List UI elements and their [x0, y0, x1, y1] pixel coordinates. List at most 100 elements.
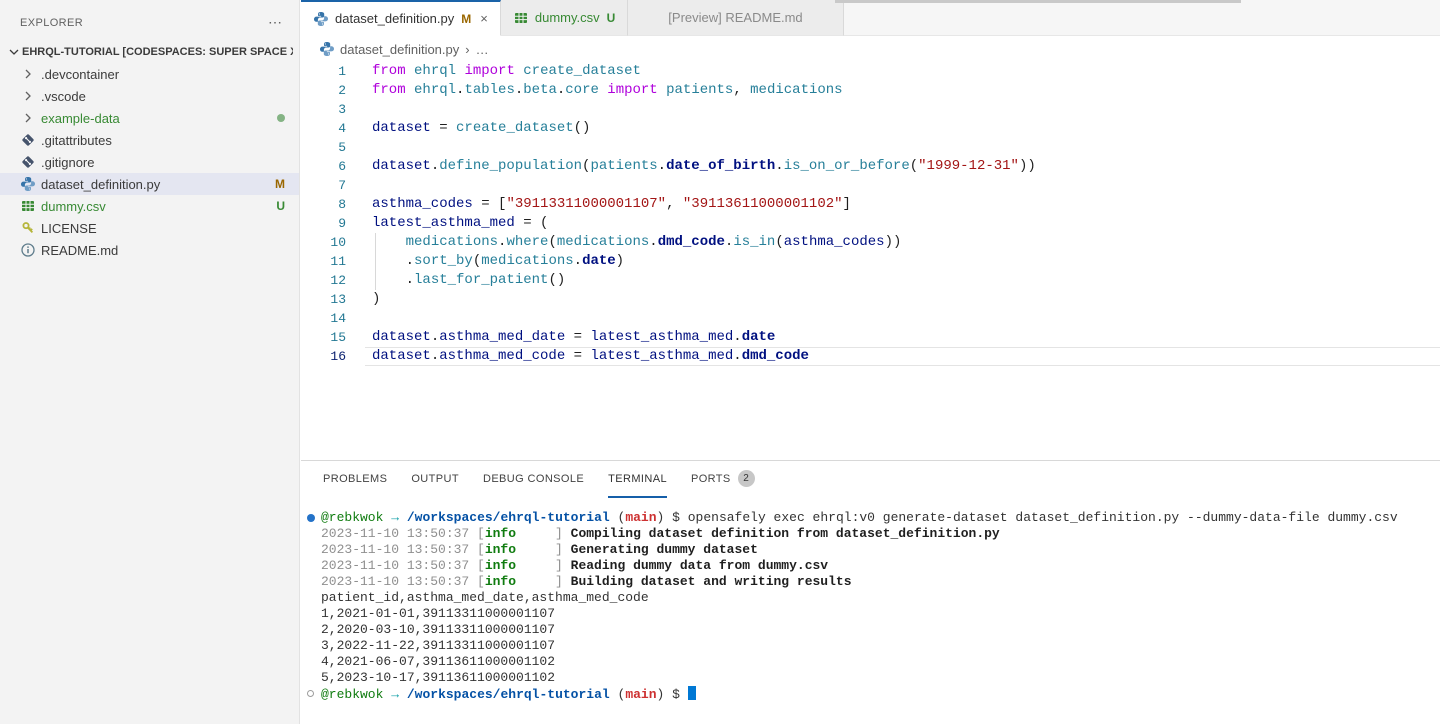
terminal-line: @rebkwok → /workspaces/ehrql-tutorial (m…	[321, 686, 1440, 702]
line-number: 14	[301, 309, 346, 328]
tab-label: dataset_definition.py	[335, 11, 454, 26]
editor-line[interactable]: 12 .last_for_patient()	[301, 271, 1440, 290]
tree-item-label: .gitattributes	[41, 133, 285, 148]
changes-dot-badge	[277, 114, 285, 122]
panel-tab-label: TERMINAL	[608, 473, 667, 485]
panel-tab-ports[interactable]: PORTS2	[691, 461, 755, 498]
explorer-title: EXPLORER	[20, 17, 83, 29]
editor-line[interactable]: 5	[301, 138, 1440, 157]
line-number: 10	[301, 233, 346, 252]
editor-line[interactable]: 9latest_asthma_med = (	[301, 214, 1440, 233]
editor-line[interactable]: 2 from ehrql.tables.beta.core import pati…	[301, 81, 1440, 100]
editor-line[interactable]: 7	[301, 176, 1440, 195]
line-number: 2	[301, 81, 346, 100]
tree-item-gitattributes[interactable]: .gitattributes	[0, 129, 299, 151]
explorer-panel: EXPLORER ⋯ EHRQL-TUTORIAL [CODESPACES: S…	[0, 0, 300, 724]
tree-item-label: LICENSE	[41, 221, 285, 236]
breadcrumb-symbol[interactable]: …	[476, 42, 489, 57]
editor-line[interactable]: 8asthma_codes = ["39113311000001107", "3…	[301, 195, 1440, 214]
editor-line[interactable]: 14	[301, 309, 1440, 328]
line-number: 11	[301, 252, 346, 271]
tree-item-readme-md[interactable]: README.md	[0, 239, 299, 261]
tab-scrollbar[interactable]	[835, 0, 1241, 3]
terminal-line: 2023-11-10 13:50:37 [info ] Generating d…	[321, 542, 1440, 558]
editor-line[interactable]: 13)	[301, 290, 1440, 309]
code-line: from ehrql.tables.beta.core import patie…	[365, 81, 1440, 100]
python-file-icon	[319, 41, 335, 57]
file-tree: .devcontainer .vscode example-data .gitattr…	[0, 63, 299, 261]
breadcrumb-file[interactable]: dataset_definition.py	[340, 42, 459, 57]
git-status-badge: U	[276, 199, 285, 213]
python-file-icon	[20, 176, 36, 192]
csv-file-icon	[513, 10, 529, 26]
code-line: dataset = create_dataset()	[365, 119, 1440, 138]
tab-label: dummy.csv	[535, 10, 600, 25]
tree-item-license[interactable]: LICENSE	[0, 217, 299, 239]
csv-file-icon	[20, 198, 36, 214]
chevron-right-icon	[20, 110, 36, 126]
ports-count-badge: 2	[738, 470, 755, 487]
git-status-badge: U	[607, 11, 616, 25]
editor-line[interactable]: 16dataset.asthma_med_code = latest_asthm…	[301, 347, 1440, 366]
editor-line[interactable]: 10 medications.where(medications.dmd_cod…	[301, 233, 1440, 252]
tab-preview-readme-md[interactable]: [Preview] README.md	[628, 0, 843, 36]
workspace-section-header[interactable]: EHRQL-TUTORIAL [CODESPACES: SUPER SPACE …	[0, 41, 299, 63]
tree-item-dataset-definition-py[interactable]: dataset_definition.py M	[0, 173, 299, 195]
terminal-line: 5,2023-10-17,39113611000001102	[321, 670, 1440, 686]
terminal-cursor	[688, 686, 696, 700]
line-number: 7	[301, 176, 346, 195]
editor-line[interactable]: 15dataset.asthma_med_date = latest_asthm…	[301, 328, 1440, 347]
git-file-icon	[20, 154, 36, 170]
panel-tab-terminal[interactable]: TERMINAL	[608, 461, 667, 498]
editor-line[interactable]: 4 dataset = create_dataset()	[301, 119, 1440, 138]
command-pending-icon[interactable]	[307, 690, 314, 697]
editor-line[interactable]: 6dataset.define_population(patients.date…	[301, 157, 1440, 176]
panel-tab-label: PROBLEMS	[323, 473, 387, 485]
tree-item-label: .devcontainer	[41, 67, 285, 82]
tab-dataset-definition-py[interactable]: dataset_definition.py M ×	[301, 0, 501, 36]
close-icon[interactable]: ×	[480, 11, 488, 26]
editor-line[interactable]: 1from ehrql import create_dataset	[301, 62, 1440, 81]
git-status-badge: M	[275, 177, 285, 191]
code-editor[interactable]: 1from ehrql import create_dataset2 from e…	[301, 62, 1440, 460]
code-line	[365, 100, 1440, 119]
terminal[interactable]: @rebkwok → /workspaces/ehrql-tutorial (m…	[301, 498, 1440, 702]
git-status-badge: M	[461, 12, 471, 26]
tree-item-label: dataset_definition.py	[41, 177, 269, 192]
panel-header: PROBLEMS OUTPUT DEBUG CONSOLE TERMINAL PORTS…	[301, 461, 1440, 498]
terminal-line: 1,2021-01-01,39113311000001107	[321, 606, 1440, 622]
panel-tab-debug-console[interactable]: DEBUG CONSOLE	[483, 461, 584, 498]
more-actions-icon[interactable]: ⋯	[268, 14, 283, 31]
tree-item-devcontainer[interactable]: .devcontainer	[0, 63, 299, 85]
line-number: 12	[301, 271, 346, 290]
command-executed-icon[interactable]	[307, 514, 315, 522]
tree-item-gitignore[interactable]: .gitignore	[0, 151, 299, 173]
tree-item-dummy-csv[interactable]: dummy.csvU	[0, 195, 299, 217]
workspace-section-label: EHRQL-TUTORIAL [CODESPACES: SUPER SPACE …	[22, 46, 293, 58]
terminal-line: 2023-11-10 13:50:37 [info ] Building dat…	[321, 574, 1440, 590]
line-number: 6	[301, 157, 346, 176]
line-number: 4	[301, 119, 346, 138]
editor-line[interactable]: 3	[301, 100, 1440, 119]
tree-item-vscode[interactable]: .vscode	[0, 85, 299, 107]
panel-tab-output[interactable]: OUTPUT	[411, 461, 459, 498]
tree-item-example-data[interactable]: example-data	[0, 107, 299, 129]
code-line: )	[365, 290, 1440, 309]
license-icon	[20, 220, 36, 236]
code-line	[365, 138, 1440, 157]
tab-label: [Preview] README.md	[640, 10, 830, 25]
panel-tab-label: OUTPUT	[411, 473, 459, 485]
tree-item-label: README.md	[41, 243, 285, 258]
panel-tab-problems[interactable]: PROBLEMS	[323, 461, 387, 498]
terminal-line: 3,2022-11-22,39113311000001107	[321, 638, 1440, 654]
tab-dummy-csv[interactable]: dummy.csv U	[501, 0, 628, 36]
tree-item-label: .gitignore	[41, 155, 285, 170]
breadcrumb: dataset_definition.py › …	[301, 36, 1440, 62]
tree-item-label: example-data	[41, 111, 271, 126]
line-number: 5	[301, 138, 346, 157]
editor-line[interactable]: 11 .sort_by(medications.date)	[301, 252, 1440, 271]
tab-bar-filler	[844, 0, 1440, 36]
chevron-right-icon	[20, 88, 36, 104]
terminal-line: @rebkwok → /workspaces/ehrql-tutorial (m…	[321, 510, 1440, 526]
line-number: 15	[301, 328, 346, 347]
